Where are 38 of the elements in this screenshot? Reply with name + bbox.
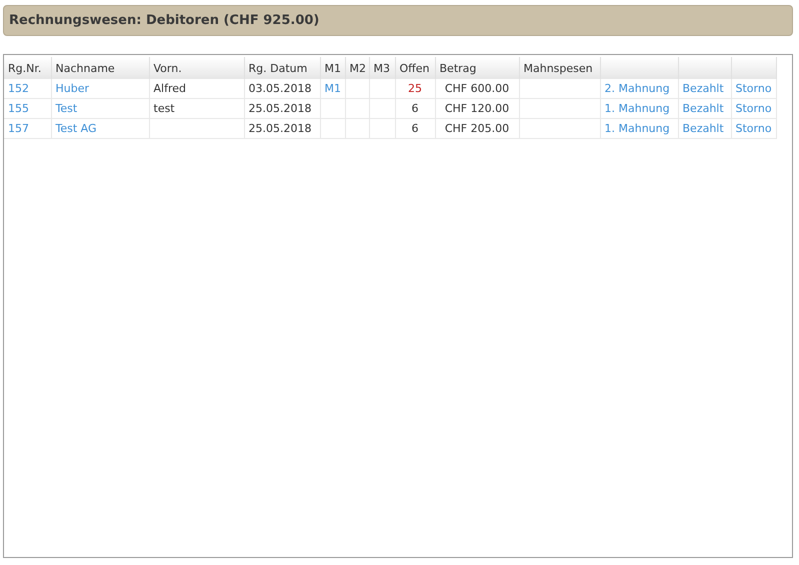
table-cell: CHF 205.00 [444, 122, 510, 135]
table-cell: test [154, 102, 175, 115]
table-link[interactable]: Storno [736, 122, 772, 135]
table-cell: CHF 600.00 [444, 82, 510, 95]
column-header: Offen [400, 62, 430, 74]
page-title: Rechnungswesen: Debitoren (CHF 925.00) [3, 5, 793, 36]
table-link[interactable]: M1 [324, 82, 341, 95]
table-cell: 25.05.2018 [248, 102, 312, 115]
column-header: Vorn. [154, 62, 182, 74]
column-header: Rg. Datum [248, 62, 308, 74]
table-link[interactable]: Bezahlt [682, 102, 724, 115]
table-link[interactable]: 2. Mahnung [604, 82, 670, 95]
table-link[interactable]: Test AG [56, 122, 97, 135]
table-cell: Alfred [154, 82, 186, 95]
column-header: M2 [350, 62, 366, 74]
table-link[interactable]: 157 [8, 122, 29, 135]
table-link[interactable]: Bezahlt [682, 122, 724, 135]
column-header: M1 [324, 62, 341, 74]
table-link[interactable]: Test [56, 102, 78, 115]
table-cell: CHF 120.00 [444, 102, 510, 115]
table-link[interactable]: Huber [56, 82, 90, 95]
table-link[interactable]: 152 [8, 82, 29, 95]
table-cell: 6 [412, 102, 418, 115]
table-link[interactable]: Bezahlt [682, 82, 724, 95]
column-header: Nachname [56, 62, 115, 74]
column-header: Mahnspesen [524, 62, 593, 74]
table-link[interactable]: 1. Mahnung [604, 122, 670, 135]
table-link[interactable]: Storno [736, 82, 772, 95]
table-cell: 6 [412, 122, 418, 135]
table-cell: 25 [408, 82, 422, 95]
table-link[interactable]: 155 [8, 102, 29, 115]
table-cell: 03.05.2018 [248, 82, 312, 95]
column-header: Betrag [440, 62, 476, 74]
column-header: M3 [374, 62, 390, 74]
column-header: Rg.Nr. [8, 62, 42, 74]
table-link[interactable]: 1. Mahnung [604, 102, 670, 115]
table-cell: 25.05.2018 [248, 122, 312, 135]
table-link[interactable]: Storno [736, 102, 772, 115]
